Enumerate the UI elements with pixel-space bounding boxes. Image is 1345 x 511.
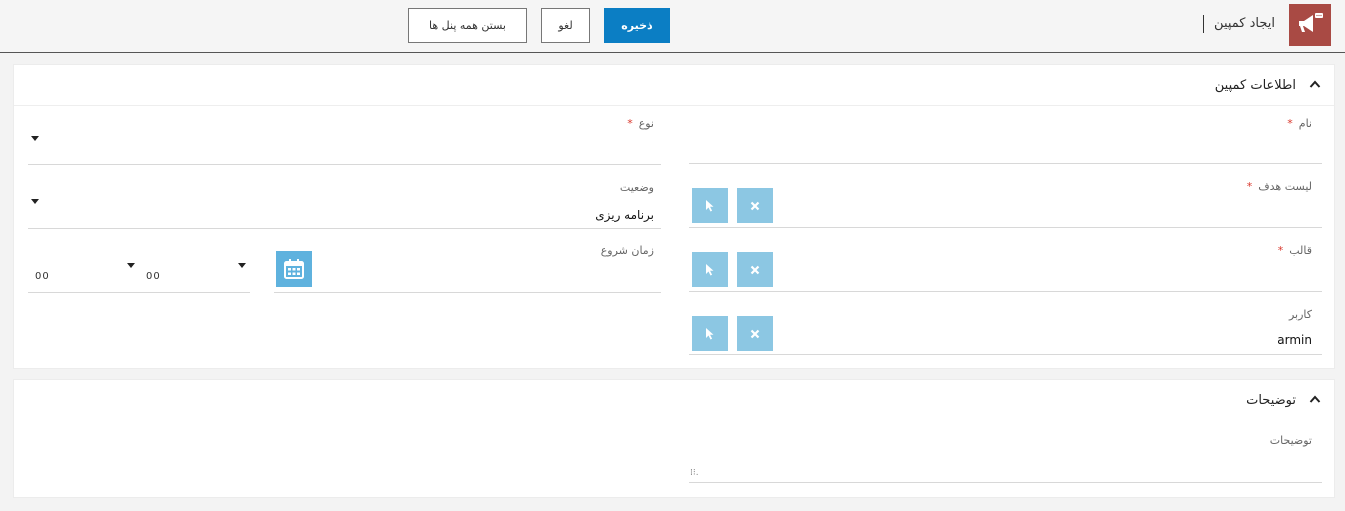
campaign-info-panel: اطلاعات کمپین نام* نوع* لیست هدف* وضعیت … [13, 64, 1335, 369]
template-field-underline [689, 291, 1322, 292]
required-mark: * [1287, 117, 1293, 130]
text-cursor [1203, 15, 1204, 33]
name-field-underline [689, 163, 1322, 164]
status-dropdown-caret-icon[interactable] [31, 199, 39, 204]
status-label: وضعیت [619, 181, 654, 194]
page-title: ایجاد کمپین [1214, 16, 1275, 31]
start-date-picker-button[interactable] [276, 251, 312, 287]
minute-select-value[interactable]: 00 [35, 271, 50, 282]
user-clear-button[interactable] [737, 316, 773, 351]
description-panel-header[interactable]: توضیحات [14, 380, 1334, 421]
chevron-up-icon[interactable] [1309, 79, 1321, 89]
template-label: قالب * [1278, 244, 1312, 257]
type-label-text: نوع [638, 117, 654, 130]
close-icon [750, 265, 760, 274]
top-toolbar: ایجاد کمپین ذخیره لغو بستن همه پنل ها [0, 0, 1345, 53]
target-list-field-underline [689, 227, 1322, 228]
start-date-field-underline [274, 292, 661, 293]
close-all-panels-button[interactable]: بستن همه پنل ها [408, 8, 527, 43]
campaign-app-icon [1289, 4, 1331, 46]
user-label: کاربر [1288, 308, 1312, 321]
template-select-button[interactable] [692, 252, 728, 287]
user-select-button[interactable] [692, 316, 728, 351]
type-dropdown-caret-icon[interactable] [31, 136, 39, 141]
start-time-label: زمان شروع [600, 244, 654, 257]
status-select-value[interactable]: برنامه ریزی [595, 208, 654, 222]
textarea-resize-handle[interactable]: ⁞⁝. [690, 468, 699, 478]
type-label: نوع * [627, 117, 654, 130]
status-field-underline [28, 228, 661, 229]
close-icon [750, 329, 760, 338]
user-value: armin [1277, 333, 1312, 347]
cursor-icon [706, 327, 714, 339]
hour-dropdown-caret-icon[interactable] [238, 263, 246, 268]
close-icon [750, 201, 760, 210]
panel-title: اطلاعات کمپین [1214, 78, 1296, 93]
target-list-label: لیست هدف * [1247, 180, 1312, 193]
name-label: نام * [1287, 117, 1312, 130]
calendar-icon [284, 259, 304, 279]
target-list-label-text: لیست هدف [1258, 180, 1312, 193]
save-button[interactable]: ذخیره [604, 8, 670, 43]
required-mark: * [1246, 180, 1253, 193]
hour-select-value[interactable]: 00 [146, 271, 161, 282]
campaign-info-panel-header[interactable]: اطلاعات کمپین [14, 65, 1334, 106]
target-list-select-button[interactable] [692, 188, 728, 223]
time-field-underline [28, 292, 250, 293]
minute-dropdown-caret-icon[interactable] [127, 263, 135, 268]
type-field-underline [28, 164, 661, 165]
description-label: توضیحات [1269, 434, 1312, 447]
description-field-underline [689, 482, 1322, 483]
name-label-text: نام [1298, 117, 1312, 130]
template-label-text: قالب [1289, 244, 1312, 257]
cancel-button[interactable]: لغو [541, 8, 590, 43]
panel-title: توضیحات [1246, 393, 1296, 408]
template-clear-button[interactable] [737, 252, 773, 287]
chevron-up-icon[interactable] [1309, 394, 1321, 404]
cursor-icon [706, 199, 714, 211]
target-list-clear-button[interactable] [737, 188, 773, 223]
required-mark: * [1277, 244, 1284, 257]
cursor-icon [706, 263, 714, 275]
megaphone-icon [1299, 13, 1323, 32]
required-mark: * [627, 117, 633, 130]
user-field-underline [689, 354, 1322, 355]
description-panel: توضیحات توضیحات ⁞⁝. [13, 379, 1335, 498]
